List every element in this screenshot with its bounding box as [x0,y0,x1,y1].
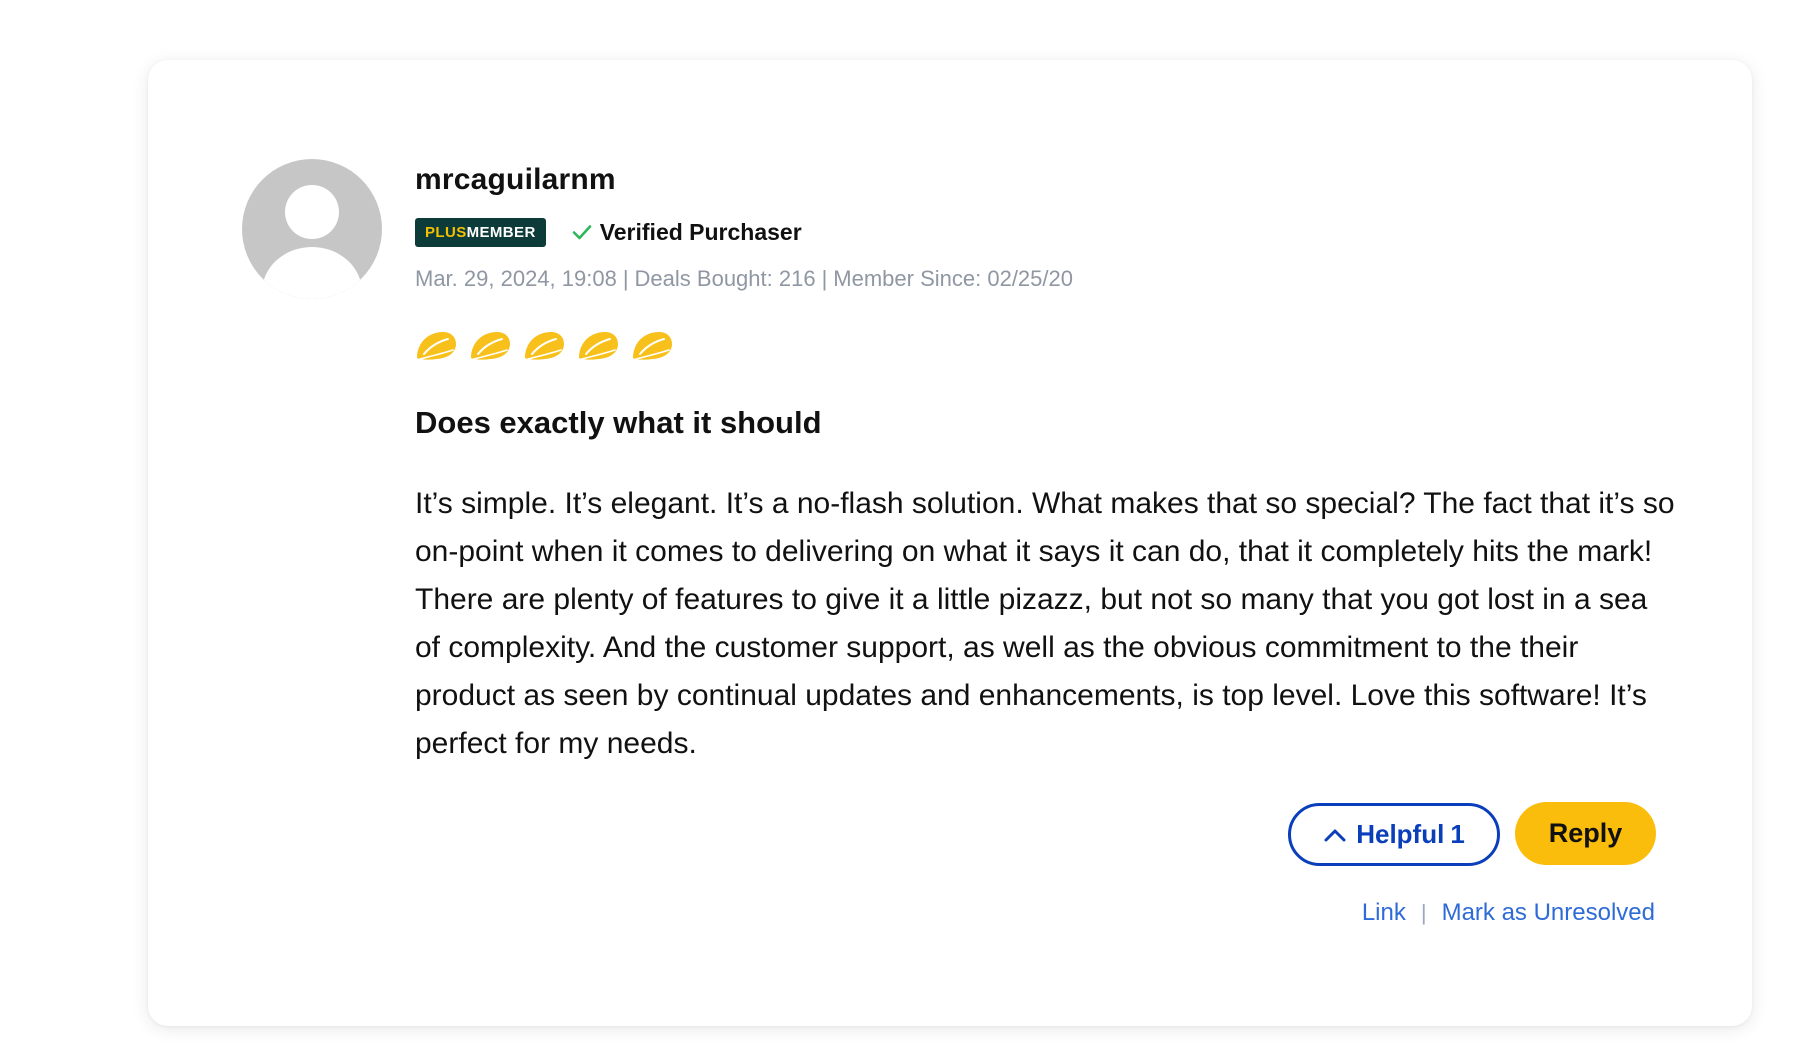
deals-bought: Deals Bought: 216 [634,266,816,291]
taco-icon [525,332,564,360]
taco-rating [415,328,674,364]
reply-button[interactable]: Reply [1515,802,1656,865]
helpful-count: 1 [1450,819,1465,849]
taco-icon [417,332,456,360]
avatar-body-shape [262,247,362,299]
member-since: Member Since: 02/25/20 [833,266,1073,291]
avatar [242,159,382,299]
verified-purchaser: Verified Purchaser [572,219,802,246]
link-divider: | [1420,900,1427,925]
plus-member-badge: PLUS MEMBER [415,217,546,247]
review-date: Mar. 29, 2024, 19:08 [415,266,617,291]
plus-badge-plus: PLUS [425,223,467,241]
meta-separator: | [622,266,629,291]
review-body: It’s simple. It’s elegant. It’s a no-fla… [415,487,1675,760]
review-links: Link | Mark as Unresolved [1362,899,1655,927]
reviewer-badges: PLUS MEMBER Verified Purchaser [415,217,802,247]
verified-purchaser-label: Verified Purchaser [599,218,802,245]
taco-icon [471,332,510,360]
mark-unresolved-link[interactable]: Mark as Unresolved [1442,899,1655,927]
plus-badge-member: MEMBER [466,223,536,241]
avatar-head-shape [285,185,339,239]
reviewer-username: mrcaguilarnm [415,163,616,196]
taco-icon [633,332,672,360]
checkmark-icon [572,225,591,240]
helpful-label: Helpful [1356,819,1445,849]
taco-icon [579,332,618,360]
chevron-up-icon [1324,829,1346,841]
review-meta: Mar. 29, 2024, 19:08 | Deals Bought: 216 | M… [415,266,1073,292]
meta-separator: | [821,266,828,291]
review-title: Does exactly what it should [415,405,822,440]
link-link[interactable]: Link [1362,899,1406,927]
helpful-button[interactable]: Helpful 1 [1288,803,1500,866]
